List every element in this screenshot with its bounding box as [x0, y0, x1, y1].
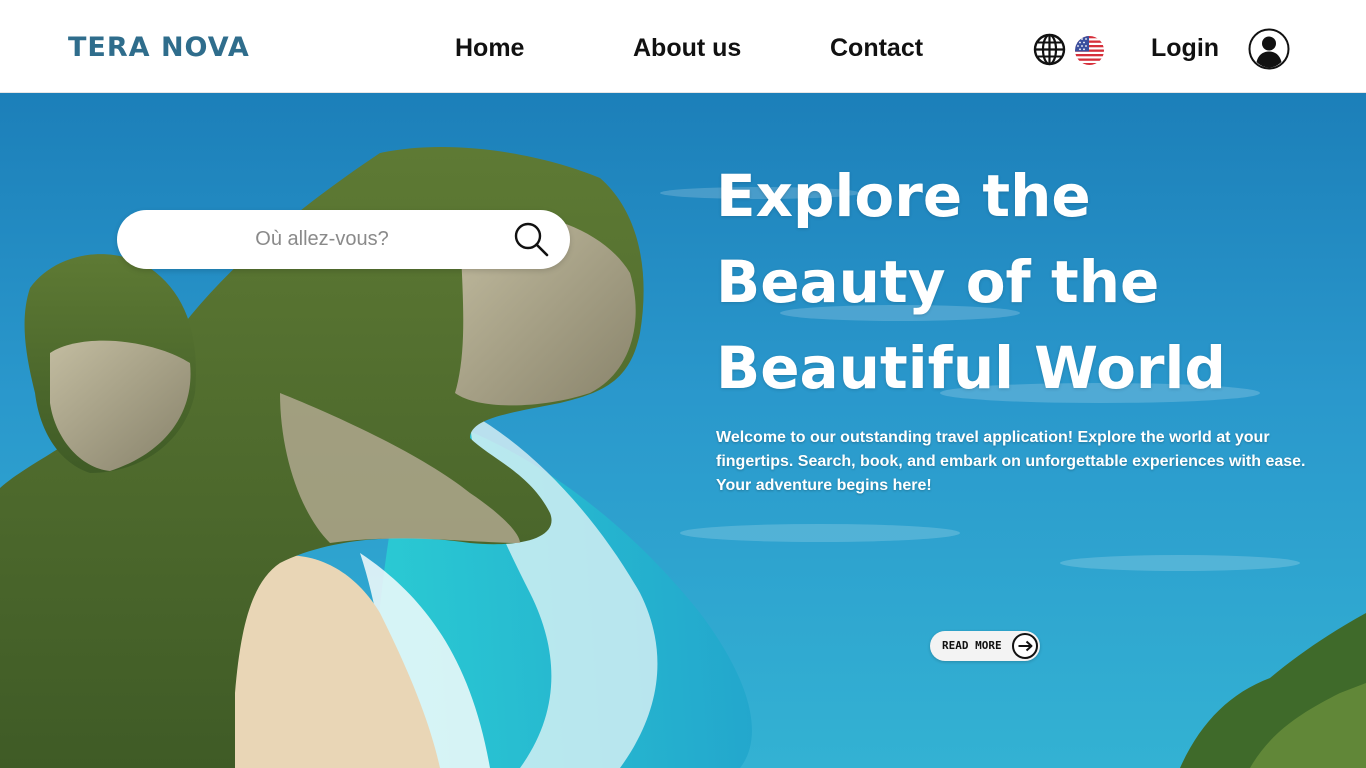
globe-icon[interactable]	[1033, 33, 1066, 66]
nav-contact-link[interactable]: Contact	[830, 34, 923, 63]
us-flag-icon[interactable]	[1075, 36, 1104, 65]
hero-section: Explore the Beauty of the Beautiful Worl…	[0, 93, 1366, 768]
brand-logo[interactable]: TERA NOVA	[68, 32, 250, 63]
hero-heading: Explore the Beauty of the Beautiful Worl…	[716, 162, 1226, 402]
search-bar	[117, 210, 570, 269]
top-navigation-bar: TERA NOVA Home About us Contact Login	[0, 0, 1366, 93]
user-avatar-icon[interactable]	[1248, 28, 1290, 70]
nav-about-link[interactable]: About us	[633, 34, 741, 63]
hero-description: Welcome to our outstanding travel applic…	[716, 429, 1306, 494]
read-more-label: READ MORE	[942, 639, 1002, 652]
login-link[interactable]: Login	[1151, 34, 1219, 63]
destination-search-input[interactable]	[137, 210, 507, 269]
arrow-right-icon	[1011, 632, 1039, 660]
search-icon[interactable]	[513, 221, 551, 259]
nav-home-link[interactable]: Home	[455, 34, 524, 63]
read-more-button[interactable]: READ MORE	[930, 631, 1040, 661]
